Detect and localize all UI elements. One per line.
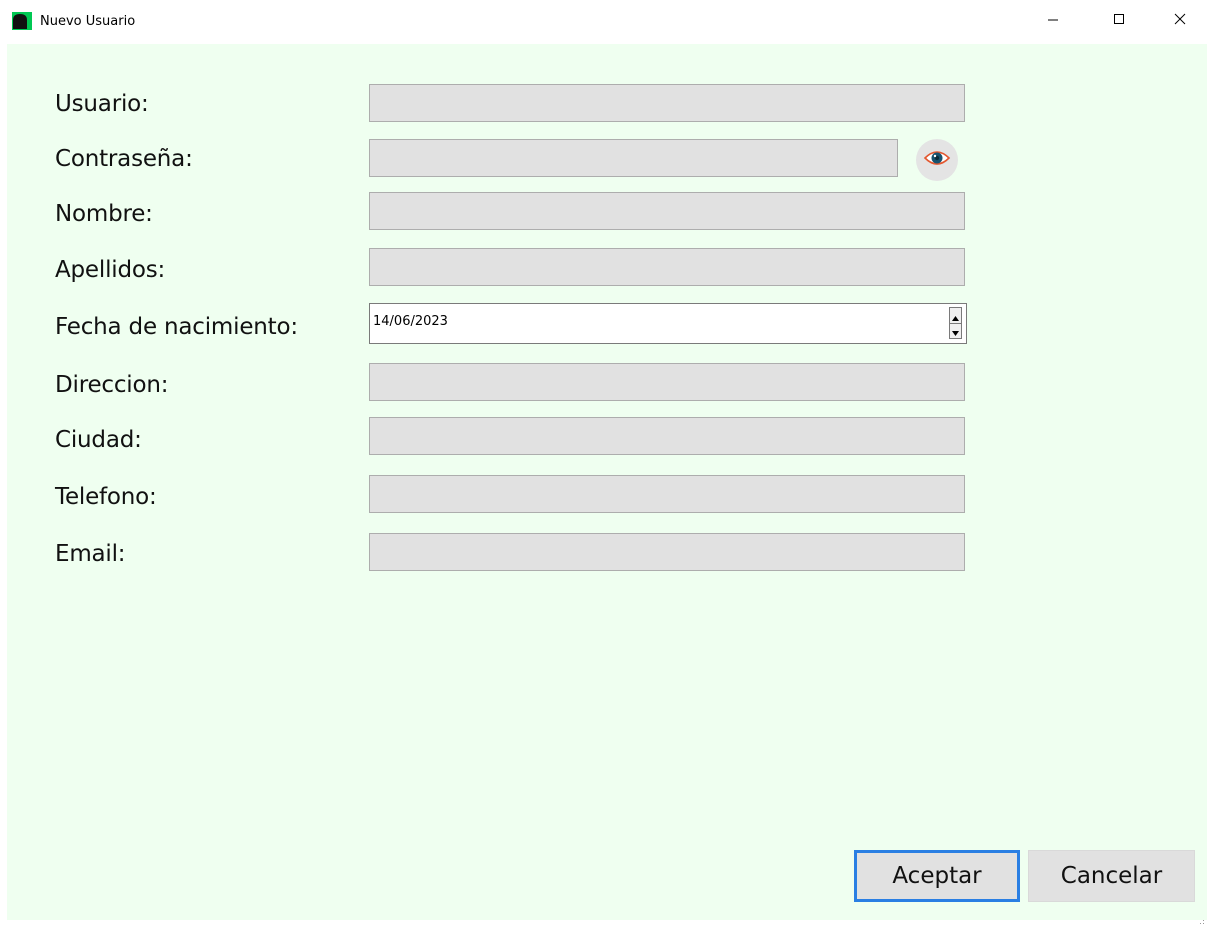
email-label: Email: — [55, 541, 126, 567]
nombre-input[interactable] — [369, 192, 965, 230]
show-password-button[interactable] — [916, 139, 958, 181]
maximize-icon — [1113, 13, 1125, 25]
cancel-button[interactable]: Cancelar — [1028, 850, 1195, 902]
minimize-icon — [1047, 13, 1059, 25]
fecha-nacimiento-value[interactable]: 14/06/2023 — [373, 314, 448, 329]
date-spinner[interactable] — [949, 307, 962, 339]
spin-down-button[interactable] — [950, 323, 961, 338]
window-title: Nuevo Usuario — [40, 14, 136, 29]
form-area: Usuario: Contraseña: Nombre: Apellidos: … — [7, 44, 1207, 924]
new-user-window: Nuevo Usuario Usuario: Contraseña: Nombr… — [0, 0, 1207, 926]
ciudad-label: Ciudad: — [55, 427, 142, 453]
contrasena-input[interactable] — [369, 139, 898, 177]
maximize-button[interactable] — [1096, 0, 1142, 38]
telefono-label: Telefono: — [55, 484, 157, 510]
fecha-nacimiento-picker[interactable]: 14/06/2023 — [369, 303, 967, 344]
minimize-button[interactable] — [1030, 0, 1076, 38]
usuario-input[interactable] — [369, 84, 965, 122]
accept-button[interactable]: Aceptar — [854, 850, 1020, 902]
eye-icon — [923, 148, 951, 172]
fecha-nacimiento-label: Fecha de nacimiento: — [55, 314, 298, 340]
telefono-input[interactable] — [369, 475, 965, 513]
email-input[interactable] — [369, 533, 965, 571]
usuario-label: Usuario: — [55, 91, 149, 117]
close-button[interactable] — [1157, 0, 1203, 38]
resize-grip-icon[interactable] — [1197, 910, 1205, 924]
direccion-input[interactable] — [369, 363, 965, 401]
arrow-down-icon — [952, 321, 959, 340]
app-icon — [12, 12, 32, 30]
apellidos-label: Apellidos: — [55, 257, 166, 283]
apellidos-input[interactable] — [369, 248, 965, 286]
title-bar[interactable]: Nuevo Usuario — [0, 0, 1207, 44]
contrasena-label: Contraseña: — [55, 146, 193, 172]
ciudad-input[interactable] — [369, 417, 965, 455]
nombre-label: Nombre: — [55, 201, 153, 227]
direccion-label: Direccion: — [55, 372, 169, 398]
close-icon — [1174, 13, 1186, 25]
